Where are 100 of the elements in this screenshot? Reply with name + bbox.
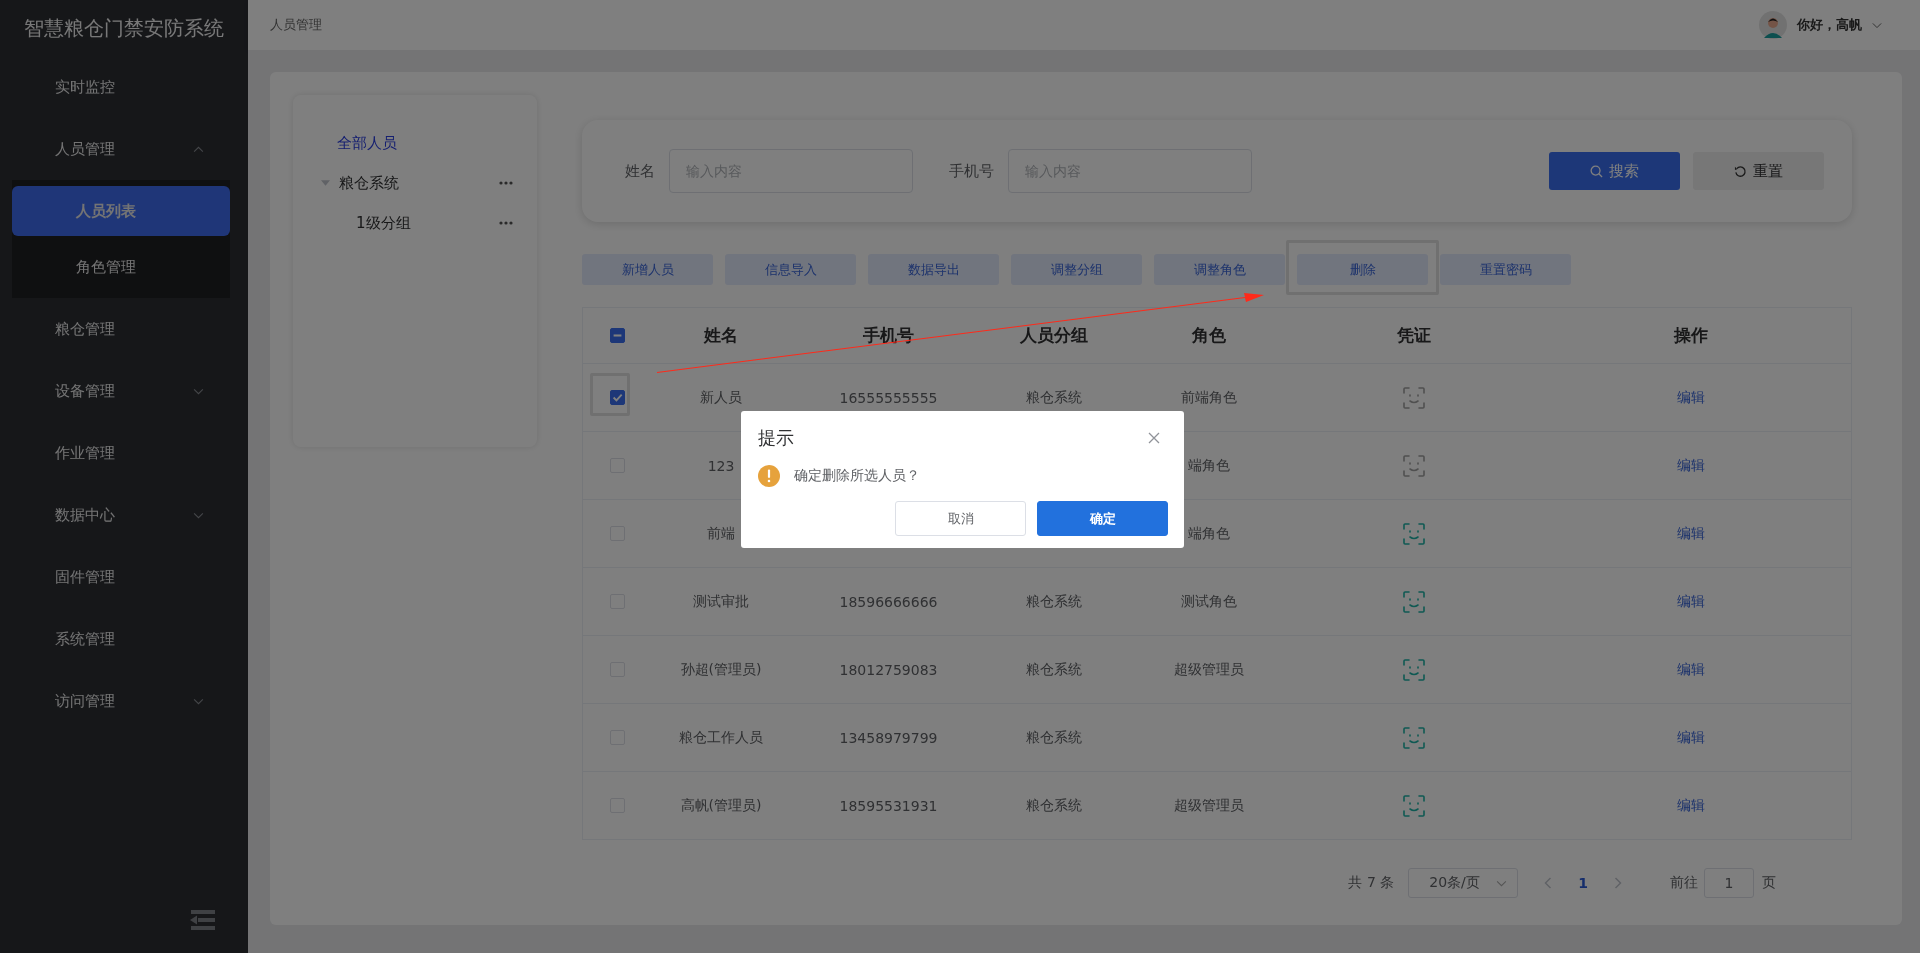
table-cell: 测试角色 bbox=[1180, 592, 1237, 611]
face-scan-icon[interactable] bbox=[1401, 385, 1426, 410]
menu-item[interactable]: 人员管理 bbox=[0, 118, 248, 180]
table-cell: 超级管理员 bbox=[1173, 796, 1244, 815]
close-icon[interactable] bbox=[1148, 432, 1160, 444]
edit-link[interactable]: 编辑 bbox=[1677, 456, 1705, 475]
field-label: 手机号 bbox=[949, 161, 994, 181]
table-cell: 高帆(管理员) bbox=[680, 796, 762, 815]
table-cell: 粮仓工作人员 bbox=[679, 728, 763, 747]
table-cell: 16555555555 bbox=[839, 389, 938, 406]
edit-link[interactable]: 编辑 bbox=[1677, 524, 1705, 543]
chevron-icon bbox=[1496, 879, 1508, 887]
table-cell: 123 bbox=[707, 457, 735, 474]
previous-page-icon[interactable] bbox=[1544, 877, 1553, 889]
refresh-icon bbox=[1734, 164, 1747, 178]
collapse-menu-icon[interactable] bbox=[189, 909, 215, 931]
edit-link[interactable]: 编辑 bbox=[1677, 592, 1705, 611]
face-scan-icon[interactable] bbox=[1401, 725, 1426, 750]
face-scan-icon[interactable] bbox=[1401, 521, 1426, 546]
submenu-item[interactable]: 角色管理 bbox=[12, 242, 230, 292]
search-button[interactable]: 搜索 bbox=[1549, 152, 1680, 190]
table-cell: 粮仓系统 bbox=[1025, 796, 1082, 815]
face-scan-icon[interactable] bbox=[1401, 793, 1426, 818]
tree-item[interactable]: 1级分组 bbox=[356, 213, 411, 233]
chevron-icon[interactable] bbox=[1872, 21, 1882, 29]
table-cell: 18596666666 bbox=[839, 593, 938, 610]
table-cell: 超级管理员 bbox=[1173, 660, 1244, 679]
more-icon[interactable] bbox=[499, 221, 513, 225]
submenu-item[interactable]: 人员列表 bbox=[12, 186, 230, 236]
tree-item[interactable]: 粮仓系统 bbox=[339, 173, 399, 193]
menu-item[interactable]: 设备管理 bbox=[0, 360, 248, 422]
column-header: 人员分组 bbox=[1018, 324, 1089, 347]
breadcrumb: 人员管理 bbox=[270, 16, 322, 34]
page-number[interactable]: 1 bbox=[1578, 875, 1588, 891]
table-cell: 新人员 bbox=[700, 388, 742, 407]
checkbox[interactable] bbox=[609, 328, 625, 343]
column-header: 手机号 bbox=[862, 324, 915, 347]
cancel-button[interactable]: 取消 bbox=[895, 501, 1026, 536]
table-cell: 前端 bbox=[707, 524, 735, 543]
dialog-message: 确定删除所选人员？ bbox=[794, 467, 920, 485]
table-cell: 端角色 bbox=[1187, 456, 1230, 475]
field-label: 姓名 bbox=[625, 161, 655, 181]
action-button[interactable]: 调整分组 bbox=[1011, 254, 1142, 285]
table-cell: 18595531931 bbox=[839, 797, 938, 814]
menu-item[interactable]: 实时监控 bbox=[0, 56, 248, 118]
column-header: 凭证 bbox=[1395, 324, 1432, 347]
total-count: 共 7 条 bbox=[1348, 874, 1395, 892]
user-greeting[interactable]: 你好，高帆 bbox=[1797, 16, 1862, 34]
checkbox[interactable] bbox=[609, 390, 625, 405]
reset-button[interactable]: 重置 bbox=[1693, 152, 1824, 190]
goto-label: 前往 bbox=[1670, 874, 1698, 892]
warning-icon bbox=[758, 465, 780, 487]
face-scan-icon[interactable] bbox=[1401, 453, 1426, 478]
chevron-icon bbox=[193, 697, 204, 705]
column-header: 角色 bbox=[1190, 324, 1227, 347]
page-input[interactable]: 1 bbox=[1704, 868, 1754, 898]
action-button[interactable]: 数据导出 bbox=[868, 254, 999, 285]
menu-item[interactable]: 粮仓管理 bbox=[0, 298, 248, 360]
next-page-icon[interactable] bbox=[1614, 877, 1622, 889]
table-cell: 粮仓系统 bbox=[1025, 388, 1082, 407]
page-size-select[interactable]: 20条/页 bbox=[1408, 868, 1519, 898]
edit-link[interactable]: 编辑 bbox=[1677, 660, 1705, 679]
edit-link[interactable]: 编辑 bbox=[1677, 796, 1705, 815]
table-cell: 13458979799 bbox=[839, 729, 938, 746]
confirm-button[interactable]: 确定 bbox=[1037, 501, 1168, 536]
edit-link[interactable]: 编辑 bbox=[1677, 728, 1705, 747]
action-button[interactable]: 新增人员 bbox=[582, 254, 713, 285]
check-icon bbox=[610, 391, 624, 404]
table-cell: 粮仓系统 bbox=[1025, 660, 1082, 679]
action-button[interactable]: 删除 bbox=[1297, 254, 1428, 285]
avatar-icon[interactable] bbox=[1759, 11, 1787, 39]
table-cell: 18012759083 bbox=[839, 661, 938, 678]
chevron-icon bbox=[193, 511, 204, 519]
caret-icon[interactable] bbox=[321, 180, 330, 186]
tree-item[interactable]: 全部人员 bbox=[337, 133, 397, 153]
edit-link[interactable]: 编辑 bbox=[1677, 388, 1705, 407]
menu-item[interactable]: 访问管理 bbox=[0, 670, 248, 732]
menu-item[interactable]: 固件管理 bbox=[0, 546, 248, 608]
table-cell: 端角色 bbox=[1187, 524, 1230, 543]
face-scan-icon[interactable] bbox=[1401, 657, 1426, 682]
face-scan-icon[interactable] bbox=[1401, 589, 1426, 614]
column-header: 姓名 bbox=[702, 324, 739, 347]
table-cell: 粮仓系统 bbox=[1025, 728, 1082, 747]
action-button[interactable]: 调整角色 bbox=[1154, 254, 1285, 285]
more-icon[interactable] bbox=[499, 181, 513, 185]
action-button[interactable]: 信息导入 bbox=[725, 254, 856, 285]
dialog-title: 提示 bbox=[758, 426, 794, 450]
page-unit: 页 bbox=[1762, 874, 1776, 892]
search-icon bbox=[1590, 164, 1603, 178]
menu-item[interactable]: 数据中心 bbox=[0, 484, 248, 546]
chevron-icon bbox=[193, 387, 204, 395]
chevron-icon bbox=[193, 145, 204, 153]
menu-item[interactable]: 作业管理 bbox=[0, 422, 248, 484]
action-button[interactable]: 重置密码 bbox=[1440, 254, 1571, 285]
table-cell: 前端角色 bbox=[1180, 388, 1237, 407]
app-title: 智慧粮仓门禁安防系统 bbox=[23, 14, 225, 42]
table-cell: 孙超(管理员) bbox=[680, 660, 762, 679]
table-cell: 粮仓系统 bbox=[1025, 592, 1082, 611]
menu-item[interactable]: 系统管理 bbox=[0, 608, 248, 670]
column-header: 操作 bbox=[1672, 324, 1709, 347]
